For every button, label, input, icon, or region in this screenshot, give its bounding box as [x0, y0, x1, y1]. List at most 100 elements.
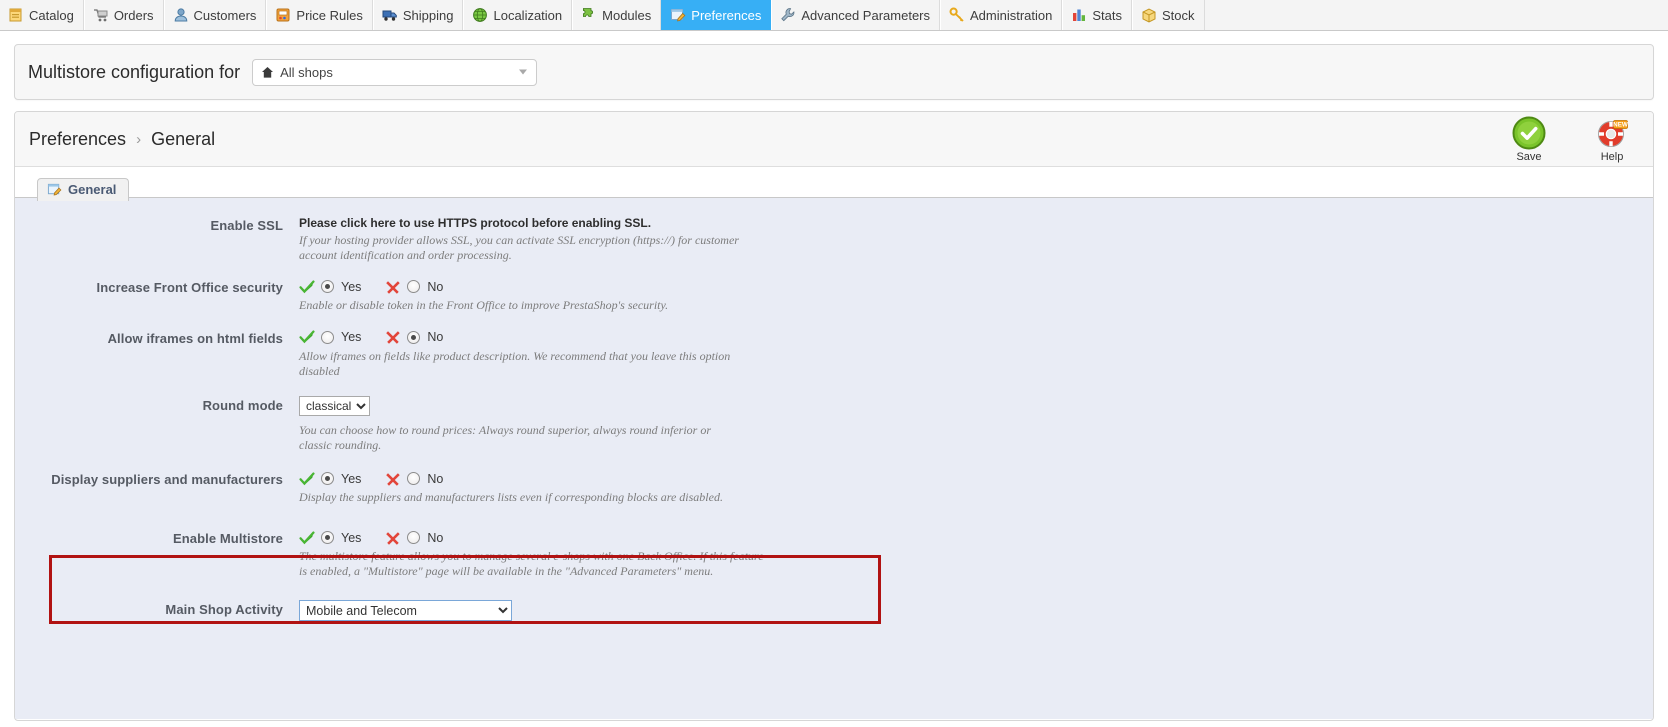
enable-multistore-radios: Yes No [299, 529, 1653, 546]
orders-cart-icon [93, 7, 109, 23]
radio-no[interactable] [407, 331, 420, 344]
form-row-enable-ssl: Enable SSL Please click here to use HTTP… [15, 216, 1653, 262]
chevron-down-icon [519, 70, 527, 75]
cross-red-icon [385, 329, 401, 345]
nav-label: Catalog [29, 9, 74, 22]
nav-label: Price Rules [296, 9, 362, 22]
cross-red-icon [385, 530, 401, 546]
radio-no[interactable] [407, 531, 420, 544]
radio-yes[interactable] [321, 472, 334, 485]
round-mode-select[interactable]: classical superior inferior [299, 396, 370, 416]
save-button[interactable]: Save [1502, 115, 1556, 163]
modules-puzzle-icon [581, 7, 597, 23]
tab-general[interactable]: General [37, 178, 129, 201]
shop-context-select[interactable]: All shops [252, 59, 537, 86]
enable-ssl-label: Enable SSL [15, 216, 283, 233]
allow-iframes-radios: Yes No [299, 329, 1653, 346]
radio-yes[interactable] [321, 280, 334, 293]
home-icon [261, 66, 274, 79]
enable-multistore-label: Enable Multistore [15, 529, 283, 546]
catalog-icon [8, 7, 24, 23]
radio-group-yes[interactable]: Yes [299, 530, 361, 546]
nav-item-administration[interactable]: Administration [940, 0, 1062, 30]
radio-group-no[interactable]: No [385, 530, 443, 546]
display-suppliers-radios: Yes No [299, 470, 1653, 487]
radio-group-yes[interactable]: Yes [299, 279, 361, 295]
form-row-round-mode: Round mode classical superior inferior Y… [15, 396, 1653, 452]
general-settings-form: Enable SSL Please click here to use HTTP… [15, 197, 1653, 719]
save-check-icon [1511, 115, 1547, 151]
nav-item-price-rules[interactable]: Price Rules [266, 0, 372, 30]
nav-label: Preferences [691, 9, 761, 22]
radio-yes-label: Yes [341, 280, 361, 294]
preferences-icon [670, 7, 686, 23]
nav-item-shipping[interactable]: Shipping [373, 0, 464, 30]
form-row-main-shop-activity: Main Shop Activity Mobile and Telecom [15, 600, 1653, 621]
round-mode-hint: You can choose how to round prices: Alwa… [299, 423, 739, 452]
display-suppliers-manufacturers-label: Display suppliers and manufacturers [15, 470, 283, 487]
radio-yes[interactable] [321, 531, 334, 544]
cross-red-icon [385, 471, 401, 487]
breadcrumb-current: General [151, 129, 215, 150]
help-button[interactable]: NEW Help [1585, 115, 1639, 163]
nav-item-modules[interactable]: Modules [572, 0, 661, 30]
localization-globe-icon [472, 7, 488, 23]
main-shop-activity-select[interactable]: Mobile and Telecom [299, 600, 512, 621]
check-green-icon [299, 279, 315, 295]
radio-no[interactable] [407, 472, 420, 485]
radio-yes[interactable] [321, 331, 334, 344]
nav-item-orders[interactable]: Orders [84, 0, 164, 30]
radio-no[interactable] [407, 280, 420, 293]
radio-group-no[interactable]: No [385, 471, 443, 487]
help-lifebuoy-icon: NEW [1594, 115, 1630, 151]
main-navigation-bar: Catalog Orders Customers Price Rules Shi… [0, 0, 1668, 31]
display-suppliers-hint: Display the suppliers and manufacturers … [299, 490, 779, 505]
breadcrumb-separator-icon: › [136, 131, 141, 148]
nav-label: Customers [194, 9, 257, 22]
enable-ssl-hint: If your hosting provider allows SSL, you… [299, 233, 779, 262]
nav-item-localization[interactable]: Localization [463, 0, 572, 30]
radio-no-label: No [427, 330, 443, 344]
panel-tab-strip: General [15, 167, 1653, 197]
nav-item-stock[interactable]: Stock [1132, 0, 1205, 30]
nav-item-preferences[interactable]: Preferences [661, 0, 771, 30]
general-pencil-icon [47, 182, 62, 197]
form-row-display-suppliers-manufacturers: Display suppliers and manufacturers Yes [15, 470, 1653, 505]
form-row-enable-multistore: Enable Multistore Yes [15, 529, 1653, 578]
radio-group-yes[interactable]: Yes [299, 329, 361, 345]
nav-item-advanced-parameters[interactable]: Advanced Parameters [771, 0, 940, 30]
radio-yes-label: Yes [341, 531, 361, 545]
nav-item-customers[interactable]: Customers [164, 0, 267, 30]
panel-header: Preferences › General Save [15, 112, 1653, 167]
nav-label: Localization [493, 9, 562, 22]
nav-label: Stock [1162, 9, 1195, 22]
nav-item-catalog[interactable]: Catalog [0, 0, 84, 30]
save-button-label: Save [1502, 151, 1556, 163]
nav-item-stats[interactable]: Stats [1062, 0, 1132, 30]
key-icon [949, 7, 965, 23]
form-row-allow-iframes: Allow iframes on html fields Yes [15, 329, 1653, 378]
stats-bars-icon [1071, 7, 1087, 23]
allow-iframes-label: Allow iframes on html fields [15, 329, 283, 346]
increase-front-office-security-hint: Enable or disable token in the Front Off… [299, 298, 779, 313]
main-shop-activity-label: Main Shop Activity [15, 600, 283, 617]
nav-label: Shipping [403, 9, 454, 22]
radio-yes-label: Yes [341, 330, 361, 344]
nav-label: Orders [114, 9, 154, 22]
increase-front-office-security-label: Increase Front Office security [15, 278, 283, 295]
radio-group-yes[interactable]: Yes [299, 471, 361, 487]
multistore-configuration-bar: Multistore configuration for All shops [14, 44, 1654, 100]
shipping-truck-icon [382, 7, 398, 23]
enable-multistore-hint: The multistore feature allows you to man… [299, 549, 769, 578]
customers-icon [173, 7, 189, 23]
check-green-icon [299, 471, 315, 487]
nav-label: Stats [1092, 9, 1122, 22]
radio-group-no[interactable]: No [385, 279, 443, 295]
breadcrumb-parent[interactable]: Preferences [29, 129, 126, 150]
check-green-icon [299, 329, 315, 345]
radio-group-no[interactable]: No [385, 329, 443, 345]
enable-ssl-lead-text[interactable]: Please click here to use HTTPS protocol … [299, 216, 1653, 230]
radio-no-label: No [427, 531, 443, 545]
form-row-increase-front-office-security: Increase Front Office security Yes [15, 278, 1653, 313]
shop-select-value: All shops [280, 65, 333, 80]
